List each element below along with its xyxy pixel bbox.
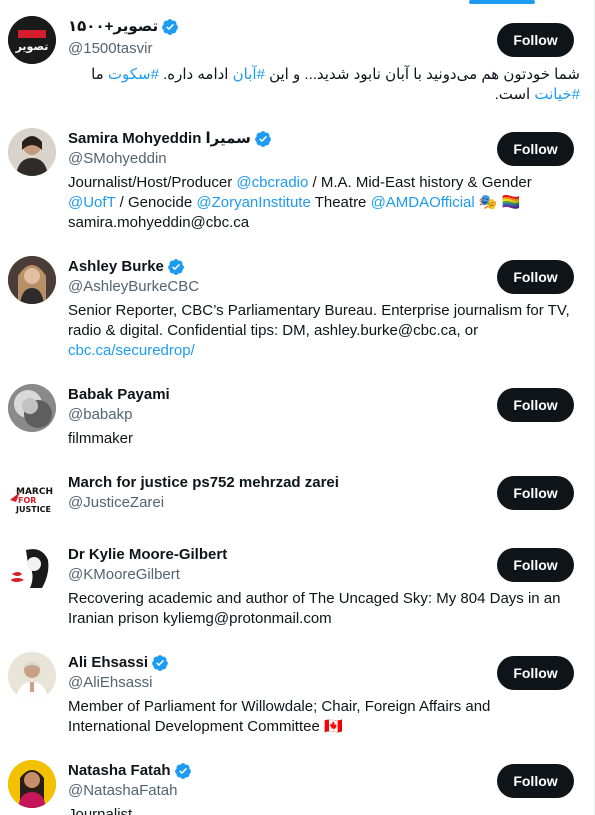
user-bio: filmmaker [68,429,574,449]
display-name: Samira Mohyeddin سمیرا [68,130,251,147]
bio-link[interactable]: @ZoryanInstitute [196,194,310,211]
display-name: Babak Payami [68,386,170,403]
bio-text: شما خودتون هم می‌دونید با آبان نابود شدی… [264,66,580,83]
display-name-line[interactable]: Natasha Fatah [68,761,192,781]
bio-text: Senior Reporter, CBC’s Parliamentary Bur… [68,302,570,339]
bio-text: Recovering academic and author of The Un… [68,590,561,627]
display-name-line[interactable]: March for justice ps752 mehrzad zarei [68,473,339,493]
user-handle[interactable]: @AliEhsassi [68,673,152,693]
follow-button[interactable]: Follow [497,23,574,57]
user-bio: Journalist [68,805,574,815]
verified-badge-icon [167,259,184,275]
march-for-justice-logo-icon: MARCH FOR JUSTICE [8,472,56,520]
logo-text-for: FOR [18,496,36,505]
bio-text: / Genocide [115,194,197,211]
svg-text:تصویر: تصویر [15,40,49,53]
avatar[interactable] [8,652,56,700]
user-photo-icon [8,760,56,808]
list-item[interactable]: تصویر ۱۵۰۰+تصویر @1500tasvir Follow شما … [0,0,594,120]
user-bio: Journalist/Host/Producer @cbcradio / M.A… [68,173,574,233]
verified-badge-icon [255,131,271,147]
display-name: March for justice ps752 mehrzad zarei [68,474,339,491]
bio-text: Member of Parliament for Willowdale; Cha… [68,698,491,735]
verified-badge-icon [174,763,191,779]
bio-text: filmmaker [68,430,134,447]
display-name-line[interactable]: Samira Mohyeddin سمیرا [68,129,272,149]
bio-text: است. [494,86,535,103]
user-handle[interactable]: @AshleyBurkeCBC [68,277,199,297]
bio-text: Theatre [310,194,371,211]
user-bio: Senior Reporter, CBC’s Parliamentary Bur… [68,301,574,361]
user-handle[interactable]: @JusticeZarei [68,493,164,513]
display-name: Ashley Burke [68,258,164,275]
avatar[interactable] [8,384,56,432]
list-item[interactable]: Natasha Fatah @NatashaFatah Follow Journ… [0,748,594,815]
user-handle[interactable]: @babakp [68,405,132,425]
avatar[interactable]: MARCH FOR JUSTICE [8,472,56,520]
list-item[interactable]: Ashley Burke @AshleyBurkeCBC Follow Seni… [0,246,594,372]
user-handle[interactable]: @1500tasvir [68,39,152,59]
list-item[interactable]: Babak Payami @babakp Follow filmmaker [0,372,594,460]
bio-link[interactable]: cbc.ca/securedrop/ [68,342,195,359]
user-handle[interactable]: @SMohyeddin [68,149,167,169]
bio-link[interactable]: @UofT [68,194,115,211]
avatar[interactable]: تصویر [8,16,56,64]
bio-link[interactable]: #خیانت [534,86,580,103]
follow-button[interactable]: Follow [497,388,574,422]
avatar[interactable] [8,256,56,304]
follow-button[interactable]: Follow [497,476,574,510]
display-name: Dr Kylie Moore-Gilbert [68,546,228,563]
list-item[interactable]: Samira Mohyeddin سمیرا @SMohyeddin Follo… [0,120,594,246]
user-photo-icon [8,384,56,432]
1500tasvir-logo-icon: تصویر [8,16,56,64]
follow-button[interactable]: Follow [497,656,574,690]
display-name: Natasha Fatah [68,762,171,779]
display-name-line[interactable]: Babak Payami [68,385,170,405]
bio-link[interactable]: @AMDAOfficial [371,194,475,211]
user-bio: شما خودتون هم می‌دونید با آبان نابود شدی… [68,65,580,105]
verified-badge-icon [152,655,168,671]
display-name-line[interactable]: Dr Kylie Moore-Gilbert [68,545,227,565]
user-handle[interactable]: @NatashaFatah [68,781,177,801]
display-name-line[interactable]: Ashley Burke [68,257,185,277]
user-photo-icon [8,256,56,304]
user-photo-icon [8,128,56,176]
follow-button[interactable]: Follow [497,132,574,166]
bio-text: ادامه داره. [158,66,233,83]
display-name: Ali Ehsassi [68,654,149,671]
avatar[interactable] [8,128,56,176]
bio-text: Journalist/Host/Producer [68,174,237,191]
follow-button[interactable]: Follow [497,764,574,798]
logo-text-justice: JUSTICE [15,505,51,514]
list-item[interactable]: MARCH FOR JUSTICE March for justice ps75… [0,460,594,532]
bio-text: ما [91,66,108,83]
display-name-line[interactable]: Ali Ehsassi [68,653,169,673]
display-name: ۱۵۰۰+تصویر [68,18,159,35]
user-bio: Recovering academic and author of The Un… [68,589,574,629]
avatar[interactable] [8,760,56,808]
avatar[interactable] [8,544,56,592]
display-name-line[interactable]: ۱۵۰۰+تصویر [68,17,179,37]
bio-link[interactable]: #سکوت [108,66,159,83]
user-handle[interactable]: @KMooreGilbert [68,565,180,585]
follow-button[interactable]: Follow [497,548,574,582]
list-item[interactable]: Ali Ehsassi @AliEhsassi Follow Member of… [0,640,594,748]
list-item[interactable]: Dr Kylie Moore-Gilbert @KMooreGilbert Fo… [0,532,594,640]
bio-text: Journalist [68,806,133,815]
bio-text: / M.A. Mid-East history & Gender [308,174,532,191]
bio-link[interactable]: #آبان [233,66,265,83]
bio-link[interactable]: @cbcradio [236,174,308,191]
follow-button[interactable]: Follow [497,260,574,294]
user-bio: Member of Parliament for Willowdale; Cha… [68,697,574,737]
user-photo-icon [8,652,56,700]
verified-badge-icon [162,19,179,35]
user-illustration-icon [8,544,56,592]
